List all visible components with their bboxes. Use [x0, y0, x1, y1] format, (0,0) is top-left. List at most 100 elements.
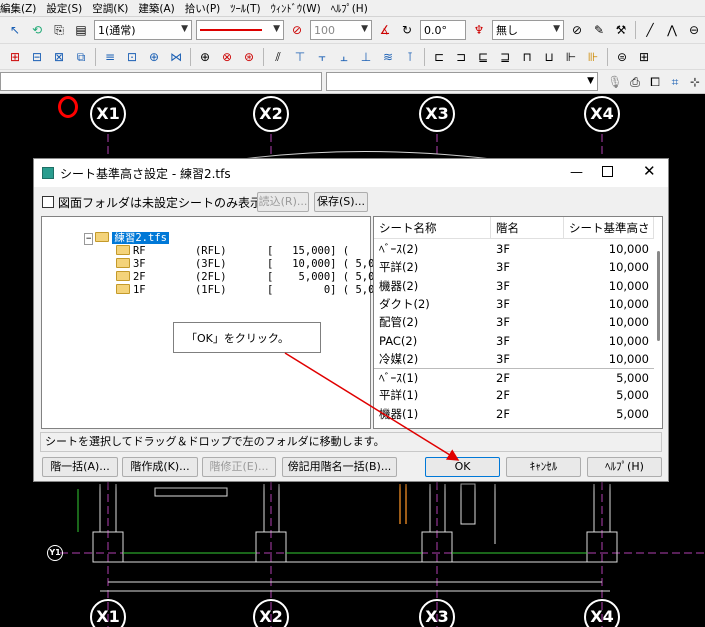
pointer-icon[interactable]: ↖ — [7, 22, 23, 38]
tree-floor-rf[interactable]: RF (RFL)[ 15,000] ( 0) — [78, 232, 393, 257]
duct-place-icon[interactable]: ⊟ — [29, 49, 45, 65]
sheet-row[interactable]: 平詳(2) 3F 10,000 — [374, 258, 654, 277]
layer-switch-icon[interactable]: ⊜ — [614, 49, 630, 65]
sheet-row[interactable]: 平詳(1) 2F 5,000 — [374, 386, 654, 405]
slope-icon[interactable]: ⊥ — [358, 49, 374, 65]
elevation-icon[interactable]: ⫠ — [336, 49, 352, 65]
rotate-part-icon[interactable]: ⊗ — [219, 49, 235, 65]
section-mark-icon[interactable]: ⊓ — [519, 49, 535, 65]
label-icon[interactable]: ⊺ — [402, 49, 418, 65]
sheet-row[interactable]: ﾍﾞｰｽ(2) 3F 10,000 — [374, 240, 654, 259]
help-button[interactable]: ﾍﾙﾌﾟ(H) — [587, 457, 662, 477]
menu-tools[interactable]: ﾂｰﾙ(T) — [230, 1, 260, 16]
minimize-icon[interactable]: — — [570, 165, 583, 180]
menu-settings[interactable]: 設定(S) — [46, 1, 82, 16]
tree-floor-3f[interactable]: 3F (3FL)[ 10,000] ( 5,000) — [78, 245, 393, 270]
create-floor-button[interactable]: 階作成(K)... — [122, 457, 198, 477]
room-icon[interactable]: ⊩ — [563, 49, 579, 65]
menu-architecture[interactable]: 建築(A) — [138, 1, 174, 16]
text-icon[interactable]: ⊤ — [292, 49, 308, 65]
branch-icon[interactable]: ≡ — [102, 49, 118, 65]
menu-takeoff[interactable]: 拾い(P) — [185, 1, 221, 16]
menu-edit[interactable]: 編集(Z) — [0, 1, 36, 16]
sheet-row[interactable]: 機器(2) 3F 10,000 — [374, 277, 654, 296]
fitting-icon[interactable]: ⊕ — [146, 49, 162, 65]
dialog-titlebar[interactable]: シート基準高さ設定 - 練習2.tfs — ✕ — [34, 159, 668, 187]
sheet-row[interactable]: ダクト(2) 3F 10,000 — [374, 295, 654, 314]
tree-floor-1f[interactable]: 1F (1FL)[ 0] ( 5,000) — [78, 271, 393, 296]
measure-icon[interactable]: ⊘ — [569, 22, 585, 38]
dimension-icon[interactable]: ⫽ — [270, 49, 286, 65]
bulk-floor-button[interactable]: 階一括(A)... — [42, 457, 118, 477]
hatch-icon[interactable]: ♆ — [471, 22, 487, 38]
sheet-row[interactable]: 配管(2) 3F 10,000 — [374, 313, 654, 332]
hammer-icon[interactable]: ⚒ — [613, 22, 629, 38]
route-icon[interactable]: ⊡ — [124, 49, 140, 65]
equipment-icon[interactable]: ⊞ — [7, 49, 23, 65]
airflow-icon[interactable]: ≋ — [380, 49, 396, 65]
folder-filter-checkbox[interactable] — [42, 196, 54, 208]
fill-combo[interactable]: 無し ▼ — [492, 20, 564, 40]
sheet-row[interactable]: 機器(1) 2F 5,000 — [374, 405, 654, 424]
menu-help[interactable]: ﾍﾙﾌﾟ(H) — [331, 1, 368, 16]
attribute-pick-icon[interactable]: ⟲ — [29, 22, 45, 38]
search-input[interactable]: ▼ — [326, 72, 598, 91]
layout-icon[interactable]: ⊞ — [636, 49, 652, 65]
section-icon[interactable]: ⊒ — [497, 49, 513, 65]
line-type-combo[interactable]: ▼ — [196, 20, 284, 40]
menu-window[interactable]: ｳｨﾝﾄﾞｳ(W) — [271, 1, 321, 16]
circle-icon[interactable]: ⊖ — [686, 22, 702, 38]
load-button[interactable]: 読込(R)... — [257, 192, 309, 212]
edit-pen-icon[interactable]: ✎ — [591, 22, 607, 38]
angle-rotate-icon[interactable]: ↻ — [399, 22, 415, 38]
sheet-row[interactable]: PAC(2) 3F 10,000 — [374, 332, 654, 351]
pipe-icon[interactable]: ⧉ — [73, 49, 89, 65]
close-icon[interactable]: ✕ — [643, 162, 656, 180]
save-button[interactable]: 保存(S)... — [314, 192, 368, 212]
menu-hvac[interactable]: 空調(K) — [92, 1, 128, 16]
line-width-combo[interactable]: 100 ▼ — [310, 20, 372, 40]
no-color-icon[interactable]: ⊘ — [289, 22, 305, 38]
target-icon[interactable]: ⊕ — [197, 49, 213, 65]
layer-settings-icon[interactable]: ▤ — [73, 22, 89, 38]
crosshair-icon[interactable]: ⊹ — [687, 74, 703, 90]
grid-bubble-x1: X1 — [90, 96, 126, 132]
maximize-icon[interactable] — [602, 166, 613, 177]
sheet-list[interactable]: シート名称 階名 シート基準高さ ﾍﾞｰｽ(2) 3F 10,000 平詳(2) 3F 1… — [373, 216, 663, 429]
stamp-icon[interactable]: ⊪ — [585, 49, 601, 65]
column-header-floor[interactable]: 階名 — [491, 217, 564, 239]
level-icon[interactable]: ⫟ — [314, 49, 330, 65]
view-print-icon[interactable]: ⎙ — [627, 74, 643, 90]
line-draw-icon[interactable]: ╱ — [642, 22, 658, 38]
tree-root[interactable]: − 練習2.tfs — [46, 219, 169, 245]
sheet-row[interactable]: ﾍﾞｰｽ(1) 2F 5,000 — [374, 368, 654, 387]
toolbar-separator — [190, 47, 191, 66]
ok-button[interactable]: OK — [425, 457, 500, 477]
valve-icon[interactable]: ⋈ — [168, 49, 184, 65]
angle-icon[interactable]: ∡ — [377, 22, 393, 38]
layer-combo[interactable]: 1(通常) ▼ — [94, 20, 192, 40]
angle-input[interactable]: 0.0° — [420, 20, 466, 40]
duct-connect-icon[interactable]: ⊠ — [51, 49, 67, 65]
cancel-button[interactable]: ｷｬﾝｾﾙ — [506, 457, 581, 477]
polyline-icon[interactable]: ⋀ — [664, 22, 680, 38]
tag-icon[interactable]: ⊏ — [431, 49, 447, 65]
attribute-copy-icon[interactable]: ⎘ — [51, 22, 67, 38]
tree-floor-2f[interactable]: 2F (2FL)[ 5,000] ( 5,000) — [78, 258, 393, 283]
column-header-base-height[interactable]: シート基準高さ — [564, 217, 654, 239]
tag-height-icon[interactable]: ⊑ — [475, 49, 491, 65]
scrollbar-thumb[interactable] — [657, 251, 660, 341]
scrollbar[interactable] — [655, 239, 661, 428]
grid-snap-icon[interactable]: ⌗ — [667, 74, 683, 90]
grid-line-icon[interactable]: ⊔ — [541, 49, 557, 65]
view-window-icon[interactable]: ⧠ — [647, 74, 663, 90]
edit-floor-button[interactable]: 階修正(E)... — [202, 457, 276, 477]
size-icon[interactable]: ⊛ — [241, 49, 257, 65]
floor-name-bulk-button[interactable]: 傍記用階名一括(B)... — [282, 457, 397, 477]
tag-floor-icon[interactable]: ⊐ — [453, 49, 469, 65]
base-height-cell: 10,000 — [608, 315, 649, 330]
sheet-row[interactable]: 冷媒(2) 3F 10,000 — [374, 350, 654, 369]
column-header-sheet-name[interactable]: シート名称 — [374, 217, 491, 239]
command-input[interactable] — [0, 72, 322, 91]
microphone-icon[interactable]: 🎙 — [607, 74, 623, 90]
